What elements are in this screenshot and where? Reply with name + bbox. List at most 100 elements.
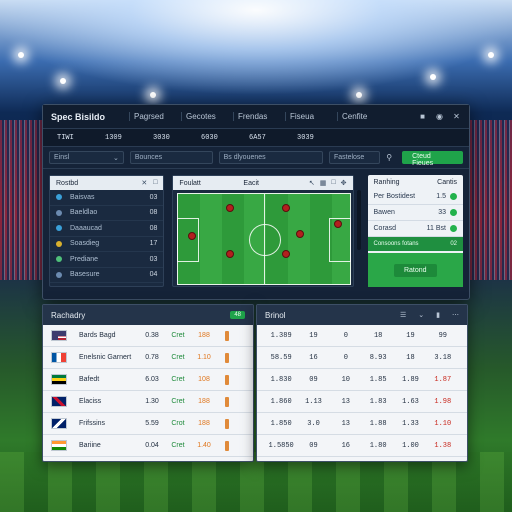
player-marker[interactable]: [226, 250, 235, 258]
table-cell: 19: [406, 331, 415, 340]
ranking-row[interactable]: Per Bostidest 1.5: [367, 189, 463, 205]
filter-select[interactable]: Fastelose: [328, 151, 381, 164]
table-cell: 8.93: [369, 353, 387, 362]
table-cell: 1.860: [270, 397, 292, 406]
table-header: Rachadry 48: [43, 305, 253, 325]
nav-item[interactable]: Fiseua: [285, 112, 337, 121]
search-icon[interactable]: ⚲: [386, 153, 396, 162]
nav-item[interactable]: Pagrsed: [129, 112, 181, 121]
ranking-row[interactable]: Corasd 11 Bst: [367, 221, 463, 237]
pointer-icon[interactable]: ↖: [309, 179, 315, 187]
filter-select[interactable]: Einsl ⌄: [49, 151, 124, 164]
close-icon[interactable]: ✕: [452, 112, 461, 121]
table-cell: 1.87: [434, 375, 452, 384]
panel-title: Ranhing: [373, 178, 400, 186]
chevron-down-icon[interactable]: ⌄: [418, 311, 424, 319]
player-marker[interactable]: [282, 204, 291, 212]
apply-filter-button[interactable]: Cteud Fieues: [402, 151, 463, 167]
nav-item[interactable]: Gecotes: [181, 112, 233, 121]
table-cell: 3.18: [434, 353, 452, 362]
main-nav: Pagrsed Gecotes Frendas Fiseua Cenfite: [129, 112, 418, 121]
table-row[interactable]: 58.59 16 0 8.93 18 3.18: [257, 347, 467, 369]
flag-icon: [51, 418, 67, 429]
table-cell: 13: [341, 397, 351, 406]
team-list-panel: Rostbd ✕ □ Baisvas 03 Baeldlao 08 Daaaucad 0…: [49, 175, 165, 287]
table-row[interactable]: 1.389 19 0 18 19 99: [257, 325, 467, 347]
expand-icon[interactable]: □: [153, 179, 157, 187]
table-cell: 1.33: [402, 419, 419, 428]
table-row[interactable]: Bards Bagd 0.38 Cret 188: [43, 325, 253, 347]
table-cell: 09: [309, 441, 318, 450]
stat-value: TIWI: [57, 133, 74, 142]
table-cell: 16: [341, 441, 351, 450]
table-row[interactable]: Enelsnic Garnert 0.78 Cret 1.10: [43, 347, 253, 369]
content-area: Rostbd ✕ □ Baisvas 03 Baeldlao 08 Daaaucad 0…: [49, 175, 463, 287]
grid-icon[interactable]: ▦: [320, 179, 327, 187]
search-field[interactable]: Bs dlyouenes: [218, 151, 323, 164]
list-item[interactable]: Daaaucad 08: [50, 221, 164, 237]
table-row[interactable]: 1.860 1.13 13 1.83 1.63 1.98: [257, 391, 467, 413]
nav-item[interactable]: Cenfite: [337, 112, 389, 121]
odds-value: 0.38: [145, 332, 159, 339]
status-value: Cret: [171, 398, 185, 405]
table-cell: 1.13: [305, 397, 322, 406]
filter-select[interactable]: Bounces: [129, 151, 213, 164]
nav-item[interactable]: Frendas: [233, 112, 285, 121]
list-item[interactable]: Baisvas 03: [50, 190, 164, 206]
table-row[interactable]: 1.5850 09 16 1.80 1.00 1.38: [257, 435, 467, 457]
score-value: 188: [198, 332, 210, 339]
status-value: Cret: [171, 354, 185, 361]
football-pitch[interactable]: [177, 193, 352, 285]
ranking-value: 11 Bst: [426, 225, 446, 232]
team-icon: [56, 240, 62, 247]
stadium-light: [60, 78, 66, 84]
ranking-button[interactable]: Ratond: [393, 263, 437, 277]
table-row[interactable]: Bariine 0.04 Cret 1.40: [43, 435, 253, 457]
list-item-value: 17: [149, 240, 158, 248]
list-item[interactable]: Basesure 04: [50, 268, 164, 283]
player-marker[interactable]: [282, 250, 291, 258]
scrollbar[interactable]: [356, 190, 361, 250]
center-circle: [249, 224, 282, 256]
stadium-light: [488, 52, 494, 58]
chevron-down-icon: ⌄: [113, 155, 119, 162]
move-icon[interactable]: ✥: [341, 179, 347, 187]
table-row[interactable]: Elaciss 1.30 Cret 188: [43, 391, 253, 413]
flag-icon: [51, 374, 67, 385]
table-cell: 0: [343, 331, 348, 340]
table-cell: 1.38: [434, 441, 452, 450]
close-icon[interactable]: ✕: [141, 179, 147, 187]
table-cell: 1.85: [369, 375, 387, 384]
flag-icon: [51, 396, 67, 407]
settings-icon[interactable]: ◉: [435, 112, 444, 121]
tab-formation[interactable]: Foulatt: [179, 180, 243, 187]
list-item[interactable]: Soasdieg 17: [50, 237, 164, 252]
ranking-row[interactable]: Bawen 33: [367, 205, 463, 221]
trend-bar: [225, 440, 229, 451]
table-row[interactable]: Bafedt 6.03 Cret 108: [43, 369, 253, 391]
player-marker[interactable]: [296, 230, 305, 238]
table-cell: 18: [406, 353, 415, 362]
tab-edit[interactable]: Eacit: [243, 180, 307, 187]
stat-value: 6030: [201, 133, 218, 142]
team-name: Elaciss: [79, 398, 102, 405]
list-item[interactable]: Prediane 03: [50, 252, 164, 268]
table-row[interactable]: 1.850 3.0 13 1.88 1.33 1.10: [257, 413, 467, 435]
table-cell: 0: [343, 353, 348, 362]
table-row[interactable]: 1.830 09 10 1.85 1.89 1.87: [257, 369, 467, 391]
lock-icon[interactable]: ■: [418, 112, 427, 121]
stat-value: 6A57: [249, 133, 266, 142]
more-icon[interactable]: ⋯: [452, 311, 459, 319]
penalty-box-left: [177, 218, 200, 262]
trend-bar: [225, 330, 229, 341]
table-row[interactable]: Frifssins 5.59 Crot 188: [43, 413, 253, 435]
table-cell: 13: [341, 419, 351, 428]
odds-value: 5.59: [145, 420, 159, 427]
trend-bar: [225, 352, 229, 363]
list-item[interactable]: Baeldlao 08: [50, 206, 164, 221]
filter-icon[interactable]: ☰: [400, 311, 406, 319]
chart-icon[interactable]: ▮: [436, 311, 440, 319]
player-marker[interactable]: [226, 204, 235, 212]
expand-icon[interactable]: □: [331, 179, 335, 187]
list-item-value: 08: [149, 224, 158, 232]
